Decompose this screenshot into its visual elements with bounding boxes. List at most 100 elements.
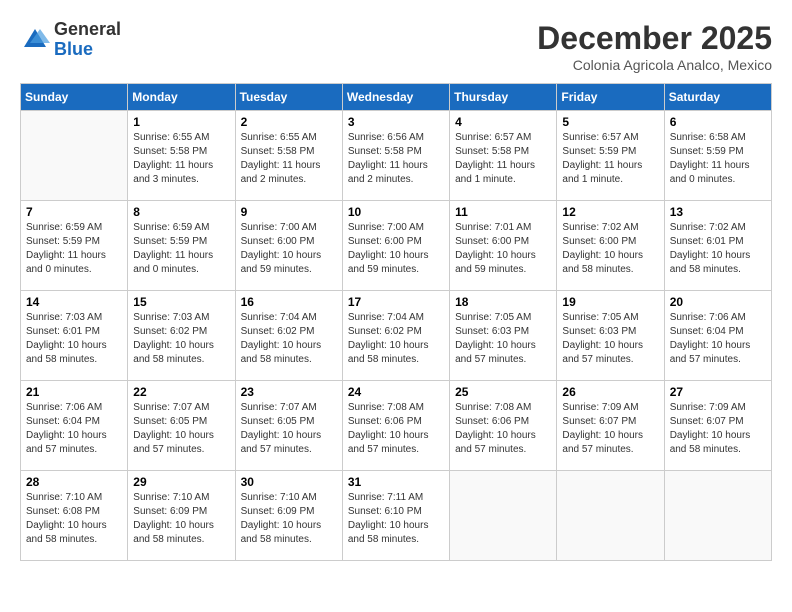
calendar-week-row-2: 7 Sunrise: 6:59 AM Sunset: 5:59 PM Daylig…	[21, 201, 772, 291]
day-number: 17	[348, 295, 444, 309]
title-block: December 2025 Colonia Agricola Analco, M…	[537, 20, 772, 73]
day-info: Sunrise: 6:58 AM Sunset: 5:59 PM Dayligh…	[670, 131, 766, 187]
day-info: Sunrise: 6:59 AM Sunset: 5:59 PM Dayligh…	[26, 221, 122, 277]
calendar-cell: 6 Sunrise: 6:58 AM Sunset: 5:59 PM Daylig…	[664, 111, 771, 201]
day-info: Sunrise: 7:01 AM Sunset: 6:00 PM Dayligh…	[455, 221, 551, 277]
day-info: Sunrise: 7:04 AM Sunset: 6:02 PM Dayligh…	[241, 311, 337, 367]
day-number: 24	[348, 385, 444, 399]
day-info: Sunrise: 6:55 AM Sunset: 5:58 PM Dayligh…	[241, 131, 337, 187]
calendar-week-row-1: 1 Sunrise: 6:55 AM Sunset: 5:58 PM Daylig…	[21, 111, 772, 201]
day-number: 28	[26, 475, 122, 489]
calendar-cell: 15Sunrise: 7:03 AM Sunset: 6:02 PM Dayli…	[128, 291, 235, 381]
day-info: Sunrise: 7:08 AM Sunset: 6:06 PM Dayligh…	[348, 401, 444, 457]
weekday-header-thursday: Thursday	[450, 84, 557, 111]
day-number: 2	[241, 115, 337, 129]
calendar-cell: 11Sunrise: 7:01 AM Sunset: 6:00 PM Dayli…	[450, 201, 557, 291]
logo-general-text: General	[54, 20, 121, 40]
logo-text: General Blue	[54, 20, 121, 60]
day-info: Sunrise: 7:02 AM Sunset: 6:00 PM Dayligh…	[562, 221, 658, 277]
calendar-cell: 26 Sunrise: 7:09 AM Sunset: 6:07 PM Dayli…	[557, 381, 664, 471]
month-title: December 2025	[537, 20, 772, 57]
calendar-week-row-3: 14 Sunrise: 7:03 AM Sunset: 6:01 PM Dayli…	[21, 291, 772, 381]
day-info: Sunrise: 7:05 AM Sunset: 6:03 PM Dayligh…	[455, 311, 551, 367]
day-info: Sunrise: 7:06 AM Sunset: 6:04 PM Dayligh…	[670, 311, 766, 367]
calendar-cell: 12 Sunrise: 7:02 AM Sunset: 6:00 PM Dayli…	[557, 201, 664, 291]
calendar-cell: 27Sunrise: 7:09 AM Sunset: 6:07 PM Dayli…	[664, 381, 771, 471]
logo: General Blue	[20, 20, 121, 60]
calendar-cell	[557, 471, 664, 561]
day-number: 8	[133, 205, 229, 219]
day-number: 23	[241, 385, 337, 399]
day-info: Sunrise: 7:10 AM Sunset: 6:08 PM Dayligh…	[26, 491, 122, 547]
day-number: 6	[670, 115, 766, 129]
day-number: 3	[348, 115, 444, 129]
day-number: 29	[133, 475, 229, 489]
day-number: 10	[348, 205, 444, 219]
day-info: Sunrise: 7:07 AM Sunset: 6:05 PM Dayligh…	[133, 401, 229, 457]
day-info: Sunrise: 7:02 AM Sunset: 6:01 PM Dayligh…	[670, 221, 766, 277]
calendar-cell: 2 Sunrise: 6:55 AM Sunset: 5:58 PM Daylig…	[235, 111, 342, 201]
calendar-cell: 24 Sunrise: 7:08 AM Sunset: 6:06 PM Dayli…	[342, 381, 449, 471]
calendar-cell: 13 Sunrise: 7:02 AM Sunset: 6:01 PM Dayli…	[664, 201, 771, 291]
day-info: Sunrise: 7:04 AM Sunset: 6:02 PM Dayligh…	[348, 311, 444, 367]
calendar-week-row-4: 21Sunrise: 7:06 AM Sunset: 6:04 PM Dayli…	[21, 381, 772, 471]
weekday-header-monday: Monday	[128, 84, 235, 111]
calendar-cell: 23 Sunrise: 7:07 AM Sunset: 6:05 PM Dayli…	[235, 381, 342, 471]
calendar-cell: 3 Sunrise: 6:56 AM Sunset: 5:58 PM Daylig…	[342, 111, 449, 201]
calendar-cell: 17 Sunrise: 7:04 AM Sunset: 6:02 PM Dayli…	[342, 291, 449, 381]
day-info: Sunrise: 7:10 AM Sunset: 6:09 PM Dayligh…	[133, 491, 229, 547]
day-number: 12	[562, 205, 658, 219]
weekday-header-wednesday: Wednesday	[342, 84, 449, 111]
day-info: Sunrise: 6:59 AM Sunset: 5:59 PM Dayligh…	[133, 221, 229, 277]
weekday-header-saturday: Saturday	[664, 84, 771, 111]
day-number: 16	[241, 295, 337, 309]
calendar-cell: 9 Sunrise: 7:00 AM Sunset: 6:00 PM Daylig…	[235, 201, 342, 291]
day-info: Sunrise: 6:56 AM Sunset: 5:58 PM Dayligh…	[348, 131, 444, 187]
day-number: 4	[455, 115, 551, 129]
calendar-cell: 7 Sunrise: 6:59 AM Sunset: 5:59 PM Daylig…	[21, 201, 128, 291]
calendar-cell: 31 Sunrise: 7:11 AM Sunset: 6:10 PM Dayli…	[342, 471, 449, 561]
calendar-cell	[450, 471, 557, 561]
calendar-cell: 4Sunrise: 6:57 AM Sunset: 5:58 PM Daylig…	[450, 111, 557, 201]
day-number: 31	[348, 475, 444, 489]
day-number: 9	[241, 205, 337, 219]
location-subtitle: Colonia Agricola Analco, Mexico	[537, 57, 772, 73]
day-info: Sunrise: 7:11 AM Sunset: 6:10 PM Dayligh…	[348, 491, 444, 547]
calendar-cell: 28 Sunrise: 7:10 AM Sunset: 6:08 PM Dayli…	[21, 471, 128, 561]
calendar-header-row: SundayMondayTuesdayWednesdayThursdayFrid…	[21, 84, 772, 111]
weekday-header-tuesday: Tuesday	[235, 84, 342, 111]
day-number: 21	[26, 385, 122, 399]
calendar-cell: 25 Sunrise: 7:08 AM Sunset: 6:06 PM Dayli…	[450, 381, 557, 471]
logo-icon	[20, 25, 50, 55]
calendar-cell: 18 Sunrise: 7:05 AM Sunset: 6:03 PM Dayli…	[450, 291, 557, 381]
day-info: Sunrise: 7:00 AM Sunset: 6:00 PM Dayligh…	[348, 221, 444, 277]
day-info: Sunrise: 7:00 AM Sunset: 6:00 PM Dayligh…	[241, 221, 337, 277]
day-info: Sunrise: 7:08 AM Sunset: 6:06 PM Dayligh…	[455, 401, 551, 457]
day-number: 30	[241, 475, 337, 489]
day-info: Sunrise: 7:09 AM Sunset: 6:07 PM Dayligh…	[562, 401, 658, 457]
calendar-cell: 10 Sunrise: 7:00 AM Sunset: 6:00 PM Dayli…	[342, 201, 449, 291]
day-number: 26	[562, 385, 658, 399]
calendar-cell: 1Sunrise: 6:55 AM Sunset: 5:58 PM Daylig…	[128, 111, 235, 201]
day-info: Sunrise: 7:09 AM Sunset: 6:07 PM Dayligh…	[670, 401, 766, 457]
day-number: 14	[26, 295, 122, 309]
weekday-header-sunday: Sunday	[21, 84, 128, 111]
calendar-cell: 20 Sunrise: 7:06 AM Sunset: 6:04 PM Dayli…	[664, 291, 771, 381]
day-number: 20	[670, 295, 766, 309]
day-number: 25	[455, 385, 551, 399]
calendar-week-row-5: 28 Sunrise: 7:10 AM Sunset: 6:08 PM Dayli…	[21, 471, 772, 561]
day-info: Sunrise: 7:03 AM Sunset: 6:02 PM Dayligh…	[133, 311, 229, 367]
day-info: Sunrise: 7:07 AM Sunset: 6:05 PM Dayligh…	[241, 401, 337, 457]
weekday-header-friday: Friday	[557, 84, 664, 111]
calendar-cell: 21Sunrise: 7:06 AM Sunset: 6:04 PM Dayli…	[21, 381, 128, 471]
calendar-cell	[664, 471, 771, 561]
calendar-table: SundayMondayTuesdayWednesdayThursdayFrid…	[20, 83, 772, 561]
calendar-cell: 8 Sunrise: 6:59 AM Sunset: 5:59 PM Daylig…	[128, 201, 235, 291]
day-info: Sunrise: 7:03 AM Sunset: 6:01 PM Dayligh…	[26, 311, 122, 367]
calendar-cell: 29 Sunrise: 7:10 AM Sunset: 6:09 PM Dayli…	[128, 471, 235, 561]
day-number: 13	[670, 205, 766, 219]
day-number: 1	[133, 115, 229, 129]
day-number: 18	[455, 295, 551, 309]
calendar-cell: 19Sunrise: 7:05 AM Sunset: 6:03 PM Dayli…	[557, 291, 664, 381]
day-number: 7	[26, 205, 122, 219]
